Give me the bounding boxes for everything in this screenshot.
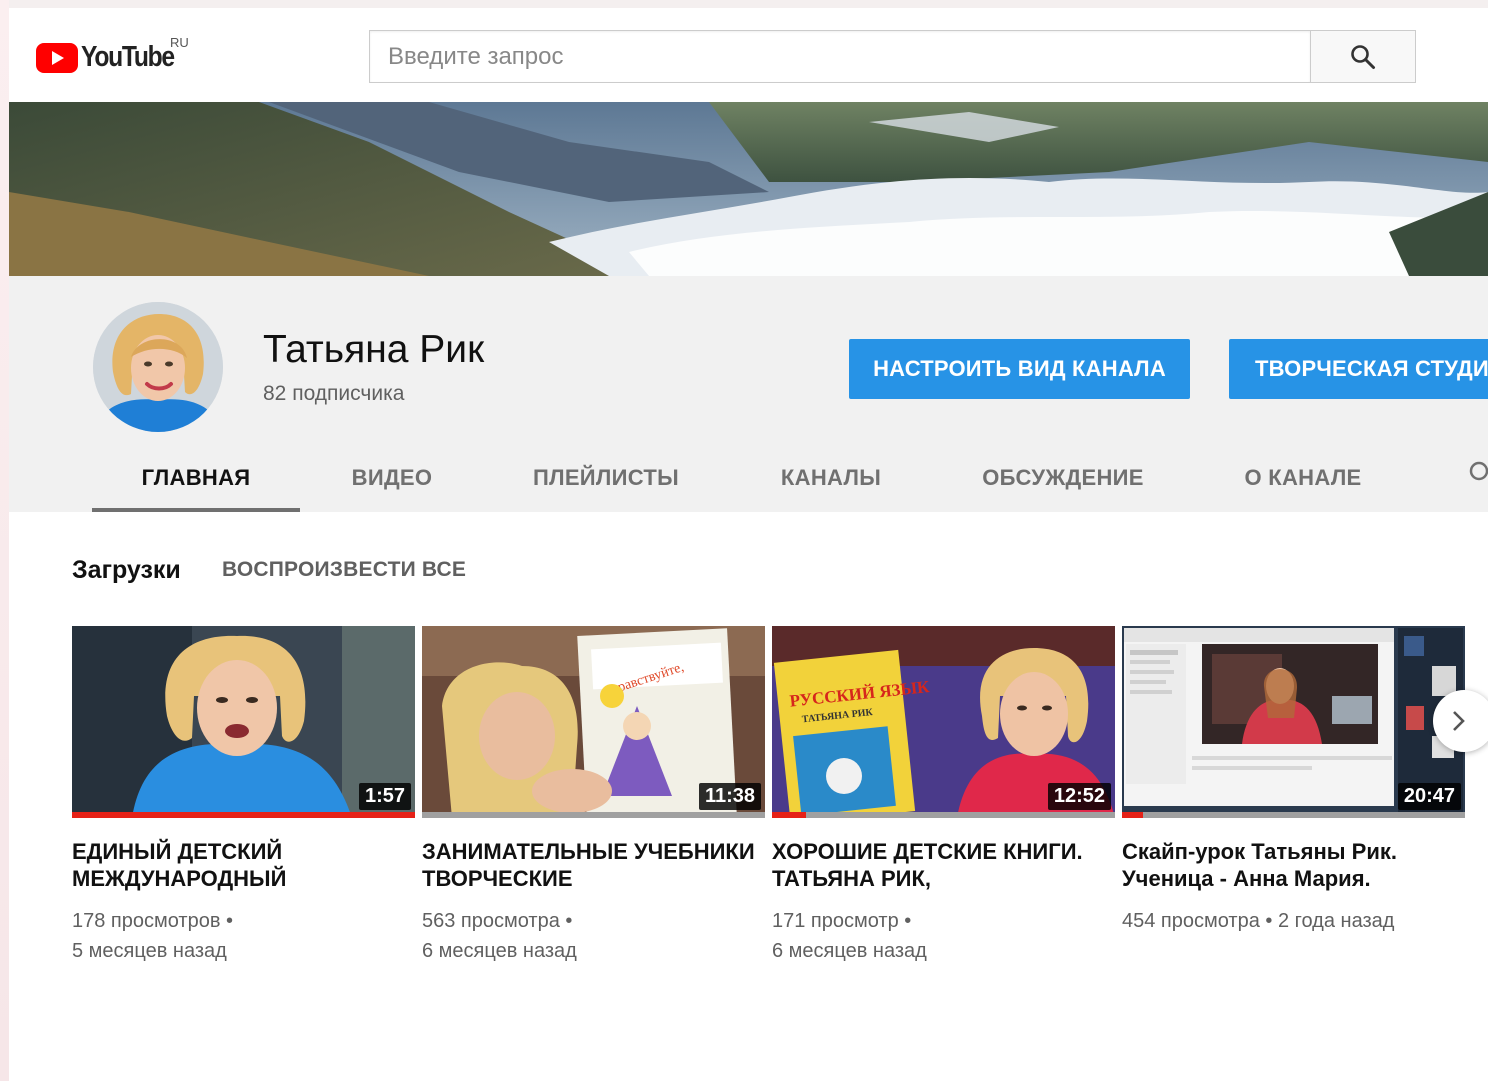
channel-tabs: ГЛАВНАЯ ВИДЕО ПЛЕЙЛИСТЫ КАНАЛЫ ОБСУЖДЕНИ… xyxy=(92,444,1414,512)
tab-videos[interactable]: ВИДЕО xyxy=(300,444,484,512)
watch-progress-fill xyxy=(1122,812,1143,818)
video-duration: 20:47 xyxy=(1397,783,1461,810)
tab-discussion[interactable]: ОБСУЖДЕНИЕ xyxy=(934,444,1192,512)
uploads-shelf-title[interactable]: Загрузки xyxy=(72,556,181,585)
watch-progress-fill xyxy=(772,812,807,818)
watch-progress-fill xyxy=(72,812,415,818)
video-metadata: 178 просмотров • 5 месяцев назад xyxy=(72,906,415,966)
video-metadata: 171 просмотр • 6 месяцев назад xyxy=(772,906,1115,966)
video-views: 563 просмотра • xyxy=(422,910,573,932)
tab-channels[interactable]: КАНАЛЫ xyxy=(728,444,934,512)
channel-header: Татьяна Рик 82 подписчика НАСТРОИТЬ ВИД … xyxy=(9,276,1488,512)
subscriber-count: 82 подписчика xyxy=(263,382,405,405)
video-views: 454 просмотра • 2 года назад xyxy=(1122,910,1395,932)
channel-banner xyxy=(9,102,1488,276)
youtube-play-icon xyxy=(36,42,78,73)
region-code: RU xyxy=(170,35,189,50)
video-metadata: 454 просмотра • 2 года назад xyxy=(1122,906,1465,936)
chevron-right-icon xyxy=(1453,711,1465,731)
creator-studio-button[interactable]: ТВОРЧЕСКАЯ СТУДИЯ xyxy=(1229,339,1488,399)
tab-playlists[interactable]: ПЛЕЙЛИСТЫ xyxy=(484,444,728,512)
channel-search-icon[interactable] xyxy=(1468,460,1488,486)
video-metadata: 563 просмотра • 6 месяцев назад xyxy=(422,906,765,966)
shelf-next-button[interactable] xyxy=(1433,690,1488,752)
video-thumbnail[interactable]: Здравствуйте, 11:38 xyxy=(422,626,765,818)
tab-home[interactable]: ГЛАВНАЯ xyxy=(92,444,300,512)
video-thumbnail[interactable]: РУССКИЙ ЯЗЫК ТАТЬЯНА РИК 12:52 xyxy=(772,626,1115,818)
video-age: 5 месяцев назад xyxy=(72,940,227,962)
tab-about[interactable]: О КАНАЛЕ xyxy=(1192,444,1414,512)
video-card[interactable]: 20:47 Скайп-урок Татьяны Рик. Ученица - … xyxy=(1122,626,1465,936)
video-title[interactable]: ХОРОШИЕ ДЕТСКИЕ КНИГИ. ТАТЬЯНА РИК, xyxy=(772,838,1115,892)
video-duration: 11:38 xyxy=(698,783,761,810)
video-title[interactable]: ЗАНИМАТЕЛЬНЫЕ УЧЕБНИКИ ТВОРЧЕСКИЕ xyxy=(422,838,765,892)
video-thumbnail[interactable]: 1:57 xyxy=(72,626,415,818)
customize-channel-button[interactable]: НАСТРОИТЬ ВИД КАНАЛА xyxy=(849,339,1190,399)
masthead: YouTube RU xyxy=(9,8,1488,102)
search-bar xyxy=(369,30,1416,83)
video-views: 171 просмотр • xyxy=(772,910,912,932)
video-card[interactable]: 1:57 ЕДИНЫЙ ДЕТСКИЙ МЕЖДУНАРОДНЫЙ 178 пр… xyxy=(72,626,415,966)
watch-progress-bar xyxy=(422,812,765,818)
video-card[interactable]: Здравствуйте, 11:38 ЗАНИМАТЕЛЬНЫЕ УЧЕБНИ… xyxy=(422,626,765,966)
search-input[interactable] xyxy=(369,30,1310,83)
watch-progress-bar xyxy=(72,812,415,818)
video-age: 6 месяцев назад xyxy=(422,940,577,962)
video-card[interactable]: РУССКИЙ ЯЗЫК ТАТЬЯНА РИК 12:52 ХОРОШИЕ Д… xyxy=(772,626,1115,966)
watch-progress-bar xyxy=(1122,812,1465,818)
video-duration: 1:57 xyxy=(358,783,411,810)
page-edge xyxy=(0,0,9,1081)
video-age: 6 месяцев назад xyxy=(772,940,927,962)
logo-wordmark: YouTube xyxy=(81,41,175,73)
avatar-image xyxy=(93,302,223,432)
video-duration: 12:52 xyxy=(1047,783,1111,810)
video-views: 178 просмотров • xyxy=(72,910,234,932)
channel-avatar[interactable] xyxy=(93,302,223,432)
search-button[interactable] xyxy=(1310,30,1416,83)
play-all-button[interactable]: ВОСПРОИЗВЕСТИ ВСЕ xyxy=(222,558,466,582)
youtube-logo[interactable]: YouTube RU xyxy=(36,35,190,74)
watch-progress-bar xyxy=(772,812,1115,818)
video-title[interactable]: Скайп-урок Татьяны Рик. Ученица - Анна М… xyxy=(1122,838,1465,892)
video-title[interactable]: ЕДИНЫЙ ДЕТСКИЙ МЕЖДУНАРОДНЫЙ xyxy=(72,838,415,892)
channel-page: YouTube RU Введите запрос Татьяна Рик 82… xyxy=(9,8,1488,1081)
video-thumbnail[interactable]: 20:47 xyxy=(1122,626,1465,818)
channel-name: Татьяна Рик xyxy=(263,328,485,371)
search-icon xyxy=(1351,44,1375,69)
banner-image xyxy=(9,102,1488,276)
